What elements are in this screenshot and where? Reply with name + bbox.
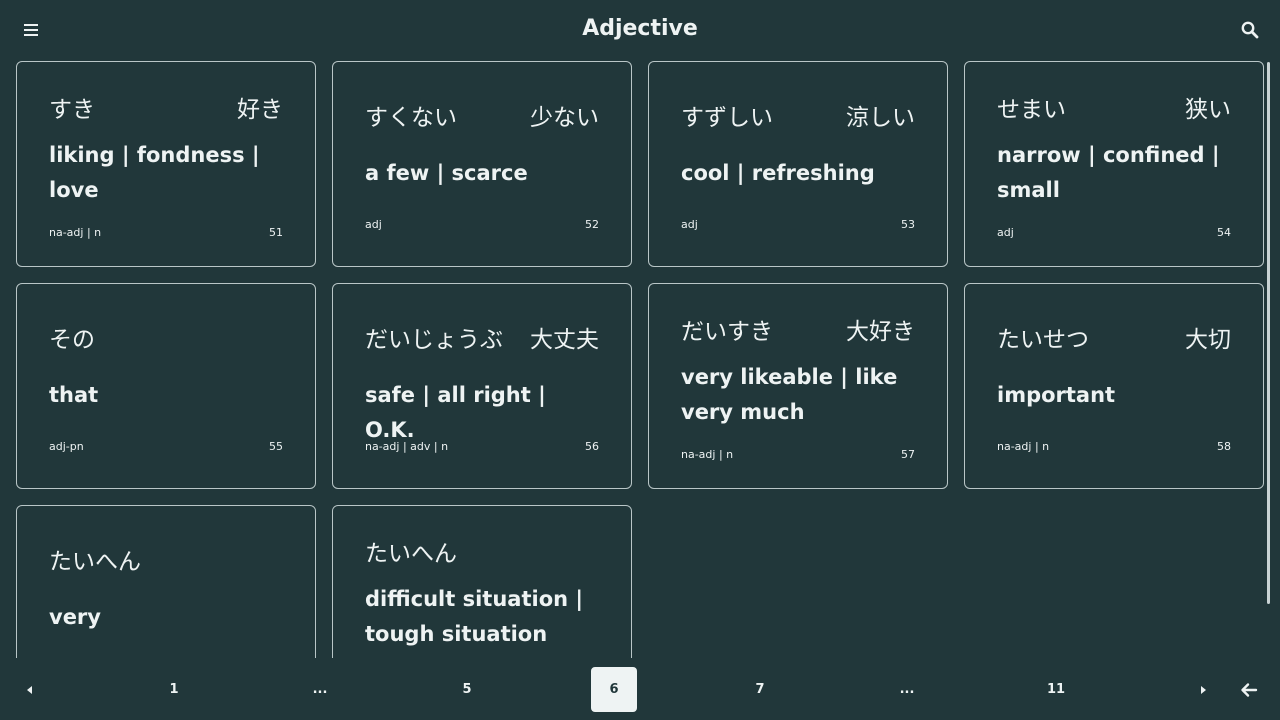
word-meaning: important — [997, 383, 1116, 407]
page-button[interactable]: 1 — [151, 667, 197, 712]
word-meaning: liking | fondness | love — [49, 143, 260, 202]
app-header: Adjective — [0, 0, 1280, 62]
word-meaning: narrow | confined | small — [997, 143, 1220, 202]
word-card[interactable]: せまい 狭い narrow | confined | small adj 54 — [964, 61, 1264, 267]
word-number: 54 — [1217, 226, 1231, 239]
word-meaning: safe | all right | O.K. — [365, 383, 546, 442]
search-icon[interactable] — [1240, 20, 1260, 40]
word-kana: だいじょうぶ — [365, 327, 503, 353]
word-meaning: difficult situation | tough situation — [365, 587, 584, 646]
word-kanji: 大好き — [846, 319, 915, 345]
triangle-left-icon[interactable] — [20, 680, 40, 700]
triangle-right-icon[interactable] — [1193, 680, 1213, 700]
word-kana: すずしい — [681, 105, 773, 131]
page-button[interactable]: 5 — [444, 667, 490, 712]
word-kana: すくない — [365, 105, 457, 131]
word-meaning: very likeable | like very much — [681, 365, 898, 424]
word-card[interactable]: たいへん difficult situation | tough situati… — [332, 505, 632, 658]
word-part-of-speech: adj — [681, 218, 698, 231]
word-number: 56 — [585, 440, 599, 453]
word-card[interactable]: すずしい 涼しい cool | refreshing adj 53 — [648, 61, 948, 267]
word-kanji: 少ない — [530, 105, 599, 131]
word-kana: だいすき — [681, 319, 773, 345]
pagination-bar: 1 ... 5 6 7 ... 11 — [0, 660, 1280, 720]
word-number: 58 — [1217, 440, 1231, 453]
word-card[interactable]: だいすき 大好き very likeable | like very much … — [648, 283, 948, 489]
word-kanji: 好き — [237, 97, 283, 123]
word-card[interactable]: すき 好き liking | fondness | love na-adj | … — [16, 61, 316, 267]
page-ellipsis: ... — [312, 682, 328, 697]
word-kana: たいへん — [365, 541, 457, 567]
word-meaning: that — [49, 383, 99, 407]
word-kanji: 涼しい — [846, 105, 915, 131]
word-number: 53 — [901, 218, 915, 231]
hamburger-menu-icon[interactable] — [20, 20, 42, 40]
word-part-of-speech: adj — [365, 218, 382, 231]
word-number: 51 — [269, 226, 283, 239]
page-button-current[interactable]: 6 — [591, 667, 637, 712]
vertical-scrollbar[interactable] — [1267, 62, 1270, 604]
word-number: 55 — [269, 440, 283, 453]
word-part-of-speech: adj — [997, 226, 1014, 239]
word-number: 52 — [585, 218, 599, 231]
word-kana: せまい — [997, 97, 1066, 123]
arrow-left-icon[interactable] — [1239, 680, 1259, 700]
word-kana: たいせつ — [997, 327, 1089, 353]
word-kanji: 狭い — [1185, 97, 1231, 123]
word-part-of-speech: na-adj | n — [997, 440, 1050, 453]
word-part-of-speech: adj-pn — [49, 440, 84, 453]
word-card[interactable]: すくない 少ない a few | scarce adj 52 — [332, 61, 632, 267]
page-button[interactable]: 7 — [737, 667, 783, 712]
word-card[interactable]: その that adj-pn 55 — [16, 283, 316, 489]
word-part-of-speech: na-adj | adv | n — [365, 440, 449, 453]
word-number: 57 — [901, 448, 915, 461]
word-meaning: very — [49, 605, 101, 629]
word-kana: その — [49, 327, 95, 353]
page-title: Adjective — [582, 16, 698, 41]
word-part-of-speech: na-adj | n — [49, 226, 102, 239]
word-card[interactable]: たいせつ 大切 important na-adj | n 58 — [964, 283, 1264, 489]
word-part-of-speech: na-adj | n — [681, 448, 734, 461]
page-button[interactable]: 11 — [1033, 667, 1079, 712]
word-meaning: a few | scarce — [365, 161, 528, 185]
word-kana: すき — [49, 97, 95, 123]
word-kanji: 大切 — [1185, 327, 1231, 353]
page-ellipsis: ... — [899, 682, 915, 697]
word-card-grid: すき 好き liking | fondness | love na-adj | … — [16, 61, 1264, 658]
word-card[interactable]: たいへん very — [16, 505, 316, 658]
word-card[interactable]: だいじょうぶ 大丈夫 safe | all right | O.K. na-ad… — [332, 283, 632, 489]
word-meaning: cool | refreshing — [681, 161, 875, 185]
word-kana: たいへん — [49, 549, 141, 575]
word-kanji: 大丈夫 — [530, 327, 599, 353]
